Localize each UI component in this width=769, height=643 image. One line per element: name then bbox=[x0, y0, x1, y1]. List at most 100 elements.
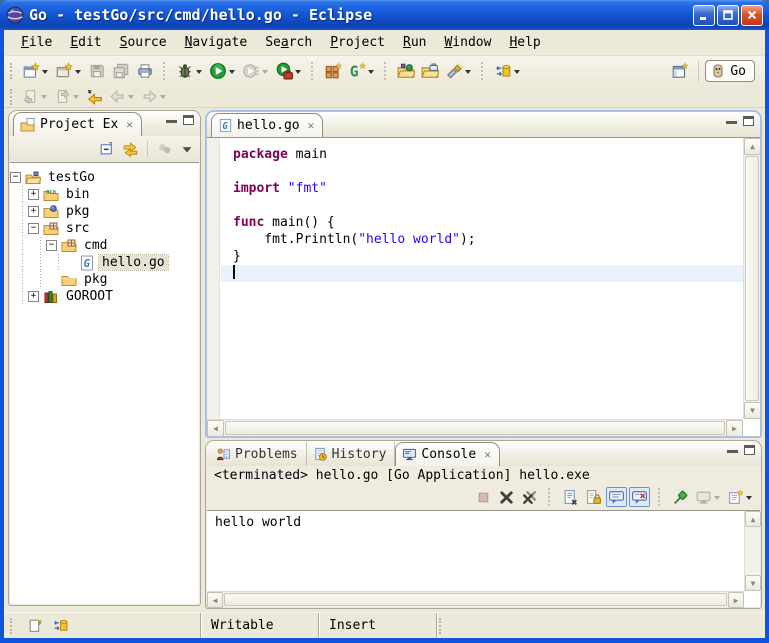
scroll-left-icon[interactable]: ◀ bbox=[207, 420, 224, 437]
code-line[interactable]: package main bbox=[221, 146, 743, 163]
scroll-right-icon[interactable]: ▶ bbox=[726, 420, 743, 437]
tree-expander-plus-icon[interactable]: + bbox=[28, 206, 39, 217]
console-vertical-scrollbar[interactable]: ▲ ▼ bbox=[744, 511, 760, 591]
tree-item-bin[interactable]: +010bin bbox=[10, 186, 199, 203]
print-button[interactable] bbox=[133, 59, 157, 83]
open-perspective-button[interactable] bbox=[668, 59, 692, 83]
tree-item-pkg[interactable]: +pkg bbox=[10, 203, 199, 220]
pin-console-button[interactable] bbox=[670, 487, 691, 507]
menu-search[interactable]: Search bbox=[256, 32, 321, 53]
clear-console-button[interactable] bbox=[560, 487, 581, 507]
collapse-all-button[interactable] bbox=[96, 139, 117, 159]
tree-expander-plus-icon[interactable]: + bbox=[28, 189, 39, 200]
new-wizard-dropdown[interactable] bbox=[42, 70, 48, 77]
tab-problems[interactable]: Problems bbox=[210, 442, 307, 466]
search-dropdown[interactable] bbox=[465, 70, 471, 77]
maximize-button[interactable] bbox=[717, 5, 739, 26]
scroll-down-icon[interactable]: ▼ bbox=[745, 575, 761, 591]
save-all-button[interactable] bbox=[109, 59, 133, 83]
code-line[interactable]: func main() { bbox=[221, 214, 743, 231]
menu-run[interactable]: Run bbox=[394, 32, 435, 53]
minimize-view-icon[interactable] bbox=[166, 118, 177, 123]
tree-item-goroot[interactable]: +GOROOT bbox=[10, 288, 199, 305]
remove-all-terminated-button[interactable] bbox=[519, 487, 540, 507]
open-go-type-button[interactable] bbox=[394, 59, 418, 83]
menu-edit[interactable]: Edit bbox=[61, 32, 110, 53]
switch-workspace-button[interactable] bbox=[491, 59, 524, 83]
new-element-dropdown[interactable] bbox=[75, 70, 81, 77]
toolbar-drag-handle[interactable] bbox=[10, 63, 14, 79]
profile-button[interactable] bbox=[239, 59, 272, 83]
tree-expander-minus-icon[interactable]: − bbox=[46, 240, 57, 251]
show-stdout-button[interactable] bbox=[606, 487, 627, 507]
code-line[interactable]: } bbox=[221, 248, 743, 265]
scroll-up-icon[interactable]: ▲ bbox=[744, 138, 761, 155]
console-hscroll-thumb[interactable] bbox=[224, 593, 727, 606]
next-annotation-dropdown[interactable] bbox=[41, 95, 47, 102]
open-resource-button[interactable] bbox=[418, 59, 442, 83]
tree-expander-minus-icon[interactable]: − bbox=[28, 223, 39, 234]
scroll-right-icon[interactable]: ▶ bbox=[728, 592, 744, 608]
new-wizard-button[interactable] bbox=[19, 59, 52, 83]
run-button[interactable] bbox=[206, 59, 239, 83]
tab-history[interactable]: History bbox=[307, 442, 396, 466]
console-output-text[interactable]: hello world bbox=[207, 511, 744, 591]
code-line[interactable] bbox=[221, 163, 743, 180]
last-edit-location-button[interactable] bbox=[83, 85, 106, 109]
editor-vscroll-thumb[interactable] bbox=[745, 156, 759, 401]
back-dropdown[interactable] bbox=[128, 95, 134, 102]
tree-item-testgo[interactable]: −testGo bbox=[10, 169, 199, 186]
tree-expander-plus-icon[interactable]: + bbox=[28, 291, 39, 302]
remove-launch-button[interactable] bbox=[496, 487, 517, 507]
scroll-up-icon[interactable]: ▲ bbox=[745, 511, 761, 527]
new-go-element-button[interactable]: G bbox=[345, 59, 378, 83]
tree-item-hello-go[interactable]: Ghello.go bbox=[10, 254, 199, 271]
code-line[interactable] bbox=[221, 197, 743, 214]
new-go-element-dropdown[interactable] bbox=[368, 70, 374, 77]
previous-annotation-button[interactable] bbox=[51, 85, 83, 109]
menu-window[interactable]: Window bbox=[435, 32, 500, 53]
console-horizontal-scrollbar[interactable]: ◀ ▶ bbox=[207, 591, 744, 607]
editor-tab-close-icon[interactable]: ✕ bbox=[308, 120, 315, 131]
scroll-lock-button[interactable] bbox=[583, 487, 604, 507]
forward-button[interactable] bbox=[138, 85, 170, 109]
tree-expander-minus-icon[interactable]: − bbox=[10, 172, 21, 183]
open-console-button[interactable] bbox=[725, 487, 755, 507]
editor-vertical-scrollbar[interactable]: ▲ ▼ bbox=[743, 138, 760, 419]
switch-workspace-tray-icon[interactable] bbox=[52, 617, 69, 634]
code-line-current[interactable] bbox=[221, 265, 743, 282]
code-line[interactable]: fmt.Println("hello world"); bbox=[221, 231, 743, 248]
external-tools-dropdown[interactable] bbox=[295, 70, 301, 77]
minimize-editor-icon[interactable] bbox=[726, 119, 737, 124]
status-drag-handle[interactable] bbox=[439, 618, 443, 634]
debug-dropdown[interactable] bbox=[196, 70, 202, 77]
display-console-dropdown[interactable] bbox=[714, 496, 720, 503]
debug-button[interactable] bbox=[173, 59, 206, 83]
close-button[interactable] bbox=[741, 5, 763, 26]
editor-horizontal-scrollbar[interactable]: ◀ ▶ bbox=[207, 419, 743, 436]
maximize-view-icon[interactable] bbox=[183, 115, 194, 125]
menu-source[interactable]: Source bbox=[111, 32, 176, 53]
minimize-button[interactable] bbox=[693, 5, 715, 26]
maximize-console-icon[interactable] bbox=[744, 445, 755, 455]
profile-dropdown[interactable] bbox=[262, 70, 268, 77]
toolbar-drag-handle[interactable] bbox=[10, 89, 14, 105]
focus-on-task-button[interactable] bbox=[154, 139, 175, 159]
code-line[interactable]: import "fmt" bbox=[221, 180, 743, 197]
show-stderr-button[interactable] bbox=[629, 487, 650, 507]
tree-item-src[interactable]: −src bbox=[10, 220, 199, 237]
terminate-button[interactable] bbox=[473, 487, 494, 507]
maximize-editor-icon[interactable] bbox=[743, 116, 754, 126]
menu-project[interactable]: Project bbox=[321, 32, 394, 53]
new-element-button[interactable] bbox=[52, 59, 85, 83]
code-area[interactable]: package main import "fmt" func main() { … bbox=[221, 138, 743, 419]
forward-dropdown[interactable] bbox=[160, 95, 166, 102]
open-console-dropdown[interactable] bbox=[746, 496, 752, 503]
save-button[interactable] bbox=[85, 59, 109, 83]
previous-annotation-dropdown[interactable] bbox=[73, 95, 79, 102]
external-tools-button[interactable] bbox=[272, 59, 305, 83]
scroll-left-icon[interactable]: ◀ bbox=[207, 592, 223, 608]
menu-navigate[interactable]: Navigate bbox=[176, 32, 257, 53]
back-button[interactable] bbox=[106, 85, 138, 109]
title-bar[interactable]: Go - testGo/src/cmd/hello.go - Eclipse bbox=[0, 0, 769, 30]
